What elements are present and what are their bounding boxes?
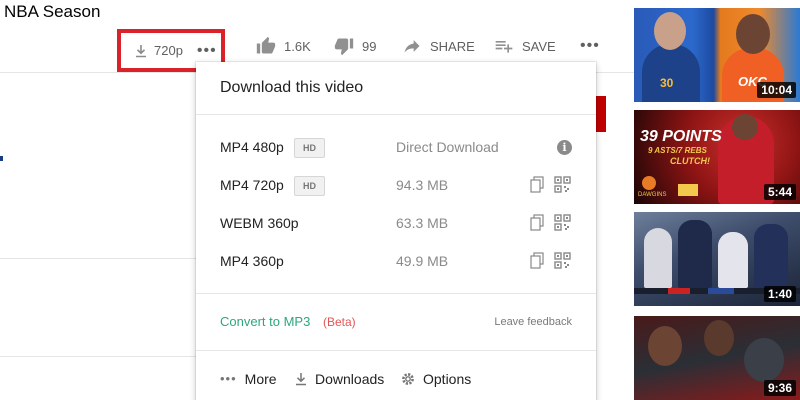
divider bbox=[196, 350, 596, 351]
format-row[interactable]: MP4 360p 49.9 MB bbox=[196, 244, 596, 280]
save-button[interactable]: SAVE bbox=[494, 34, 556, 58]
format-label: MP4 480p bbox=[220, 139, 284, 155]
player-figure bbox=[648, 326, 682, 366]
player-figure bbox=[744, 338, 784, 382]
popup-more-button[interactable]: ••• More bbox=[220, 371, 277, 387]
player-figure bbox=[654, 12, 686, 50]
convert-to-mp3-link[interactable]: Convert to MP3 bbox=[220, 314, 310, 329]
download-icon bbox=[136, 44, 146, 57]
format-row[interactable]: WEBM 360p 63.3 MB bbox=[196, 206, 596, 242]
thumbs-up-icon bbox=[256, 36, 276, 54]
format-row[interactable]: MP4 480p HD Direct Download i bbox=[196, 130, 596, 166]
format-label: MP4 720p bbox=[220, 177, 284, 193]
player-figure bbox=[642, 44, 700, 102]
dislike-count: 99 bbox=[362, 38, 377, 54]
thumbnail-headline: 39 POINTS bbox=[640, 128, 722, 145]
playlist-add-icon bbox=[495, 41, 513, 53]
basketball-icon bbox=[642, 176, 656, 190]
player-figure bbox=[704, 320, 734, 356]
copy-icon[interactable] bbox=[530, 176, 544, 193]
divider bbox=[196, 114, 596, 115]
scoreboard-team bbox=[668, 288, 690, 294]
gear-icon bbox=[402, 373, 414, 385]
player-figure bbox=[736, 14, 770, 54]
save-label: SAVE bbox=[522, 38, 556, 54]
thumbnail-tag: CLUTCH! bbox=[670, 156, 710, 166]
like-count: 1.6K bbox=[284, 38, 311, 54]
thumbnail-subline: 9 ASTS/7 REBS bbox=[648, 146, 707, 155]
popup-title: Download this video bbox=[220, 79, 364, 96]
player-figure bbox=[732, 114, 758, 140]
divider bbox=[0, 356, 196, 357]
format-row[interactable]: MP4 720p HD 94.3 MB bbox=[196, 168, 596, 204]
qr-code-icon[interactable] bbox=[554, 214, 571, 231]
file-size: 49.9 MB bbox=[396, 253, 449, 269]
thumbs-down-icon bbox=[334, 38, 354, 56]
dislike-button[interactable]: 99 bbox=[334, 34, 376, 58]
popup-downloads-button[interactable]: Downloads bbox=[294, 371, 384, 387]
copy-icon[interactable] bbox=[530, 214, 544, 231]
file-size: 94.3 MB bbox=[396, 177, 449, 193]
more-label: More bbox=[244, 371, 277, 387]
hd-badge: HD bbox=[294, 138, 325, 158]
player-figure bbox=[678, 220, 712, 288]
direct-download-link[interactable]: Direct Download bbox=[396, 139, 499, 155]
subscribe-button-edge[interactable] bbox=[596, 96, 606, 132]
player-figure bbox=[718, 232, 748, 288]
jersey-number: 30 bbox=[660, 76, 674, 90]
more-dots-icon: ••• bbox=[220, 371, 237, 386]
share-button[interactable]: SHARE bbox=[402, 34, 475, 58]
popup-options-button[interactable]: Options bbox=[400, 371, 471, 387]
more-actions-button[interactable]: ••• bbox=[580, 34, 600, 58]
qr-code-icon[interactable] bbox=[554, 252, 571, 269]
share-label: SHARE bbox=[430, 38, 475, 54]
recommended-video-thumbnail[interactable]: 30 OKC 10:04 bbox=[634, 8, 800, 102]
leave-feedback-link[interactable]: Leave feedback bbox=[494, 316, 572, 328]
downloads-label: Downloads bbox=[315, 371, 385, 387]
download-icon bbox=[296, 373, 306, 386]
hd-badge: HD bbox=[294, 176, 325, 196]
thumbnail-badge bbox=[678, 184, 698, 196]
copy-icon[interactable] bbox=[530, 252, 544, 269]
link-fragment bbox=[0, 156, 3, 161]
download-quality-label: 720p bbox=[154, 43, 183, 58]
download-popup: Download this video MP4 480p HD Direct D… bbox=[196, 62, 596, 400]
divider bbox=[0, 258, 196, 259]
options-label: Options bbox=[423, 371, 472, 387]
divider bbox=[196, 293, 596, 294]
file-size: 63.3 MB bbox=[396, 215, 449, 231]
duration-badge: 9:36 bbox=[763, 380, 796, 396]
duration-badge: 1:40 bbox=[763, 286, 796, 302]
beta-badge: (Beta) bbox=[323, 315, 356, 329]
info-icon[interactable]: i bbox=[557, 140, 572, 155]
duration-badge: 5:44 bbox=[763, 184, 796, 200]
share-arrow-icon bbox=[404, 40, 420, 53]
format-label: MP4 360p bbox=[220, 253, 284, 269]
like-button[interactable]: 1.6K bbox=[256, 34, 311, 58]
format-label: WEBM 360p bbox=[220, 215, 299, 231]
player-figure bbox=[644, 228, 672, 288]
recommended-video-thumbnail[interactable]: 39 POINTS 9 ASTS/7 REBS CLUTCH! DAWGINS … bbox=[634, 110, 800, 204]
channel-brand: DAWGINS bbox=[638, 192, 667, 198]
recommended-video-thumbnail[interactable]: 1:40 bbox=[634, 212, 800, 306]
recommended-video-thumbnail[interactable]: 9:36 bbox=[634, 316, 800, 400]
download-more-button[interactable]: ••• bbox=[197, 42, 217, 58]
video-title: NBA Season bbox=[4, 2, 101, 21]
duration-badge: 10:04 bbox=[757, 82, 796, 98]
qr-code-icon[interactable] bbox=[554, 176, 571, 193]
player-figure bbox=[754, 224, 788, 288]
scoreboard-team bbox=[708, 288, 734, 294]
